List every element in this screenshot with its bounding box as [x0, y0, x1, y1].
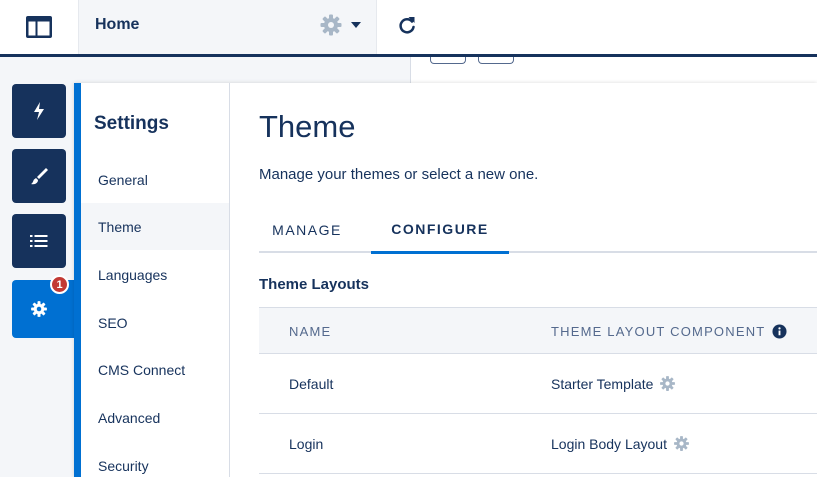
- brush-icon: [31, 168, 48, 185]
- app-switcher-button[interactable]: [0, 0, 78, 54]
- gear-icon[interactable]: [659, 375, 676, 392]
- caret-down-icon[interactable]: [351, 22, 361, 28]
- row-name: Login: [289, 435, 324, 452]
- settings-nav: Settings General Theme Languages SEO CMS…: [81, 83, 230, 477]
- gear-icon[interactable]: [673, 435, 690, 452]
- settings-nav-seo[interactable]: SEO: [81, 299, 229, 346]
- rail-settings-button[interactable]: [12, 280, 78, 338]
- gear-icon: [31, 301, 47, 317]
- refresh-icon[interactable]: [396, 13, 418, 37]
- canvas-ghost-control: [430, 57, 466, 64]
- row-component-label: Starter Template: [551, 375, 654, 392]
- rail-page-structure-button[interactable]: [12, 214, 66, 268]
- settings-heading: Settings: [94, 113, 169, 134]
- table-header: NAME THEME LAYOUT COMPONENT: [259, 307, 817, 354]
- list-icon: [30, 235, 48, 247]
- rail-components-button[interactable]: [12, 84, 66, 138]
- table-row: Default Starter Template: [259, 354, 817, 414]
- page-name: Home: [95, 16, 140, 33]
- canvas-ghost-control: [478, 57, 514, 64]
- settings-nav-cms-connect[interactable]: CMS Connect: [81, 346, 229, 393]
- layout-icon: [26, 16, 52, 38]
- info-icon[interactable]: [772, 323, 787, 339]
- column-header-component-label: THEME LAYOUT COMPONENT: [551, 323, 766, 339]
- table-row: Login Login Body Layout: [259, 414, 817, 474]
- row-name: Default: [289, 375, 334, 392]
- theme-content: Theme Manage your themes or select a new…: [230, 83, 817, 477]
- builder-header: Home: [0, 0, 817, 57]
- page-title: Theme: [259, 109, 356, 144]
- row-component-label: Login Body Layout: [551, 435, 667, 452]
- notification-badge: 1: [50, 275, 69, 294]
- settings-nav-general[interactable]: General: [81, 156, 229, 203]
- rail-theme-button[interactable]: [12, 149, 66, 203]
- lightning-icon: [34, 102, 44, 120]
- column-header-name: NAME: [289, 323, 332, 339]
- page-description: Manage your themes or select a new one.: [259, 166, 539, 183]
- theme-tabs: MANAGE CONFIGURE: [259, 207, 817, 254]
- settings-nav-security[interactable]: Security: [81, 442, 229, 477]
- row-component: Starter Template: [551, 354, 676, 413]
- row-component: Login Body Layout: [551, 414, 690, 473]
- settings-panel: Settings General Theme Languages SEO CMS…: [74, 83, 817, 477]
- settings-nav-theme[interactable]: Theme: [81, 203, 229, 250]
- settings-nav-languages[interactable]: Languages: [81, 251, 229, 298]
- gear-icon[interactable]: [319, 13, 343, 37]
- settings-nav-advanced[interactable]: Advanced: [81, 394, 229, 441]
- section-title: Theme Layouts: [259, 276, 370, 293]
- tab-configure[interactable]: CONFIGURE: [371, 207, 509, 254]
- canvas-strip: [410, 57, 817, 83]
- column-header-component: THEME LAYOUT COMPONENT: [551, 308, 787, 354]
- tab-manage[interactable]: MANAGE: [259, 207, 355, 253]
- page-selector[interactable]: Home: [78, 0, 377, 54]
